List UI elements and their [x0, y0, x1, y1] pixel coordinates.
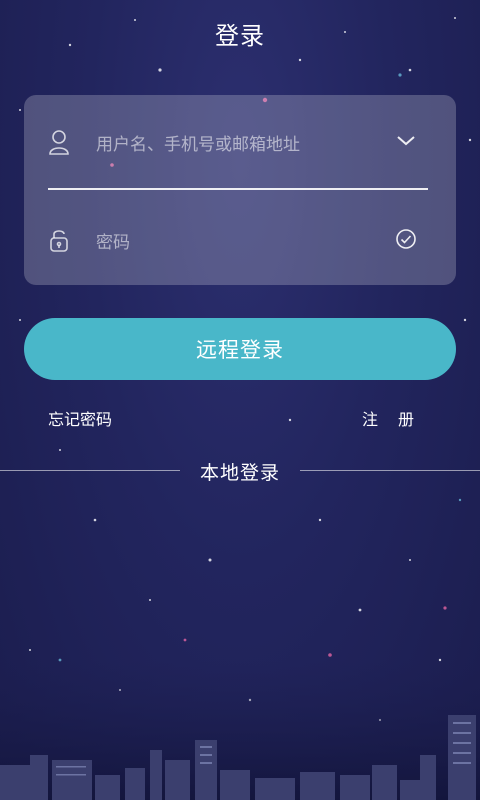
lock-icon — [48, 227, 70, 253]
register-link[interactable]: 注册 — [362, 406, 434, 430]
user-icon — [48, 129, 70, 155]
divider-line-right — [300, 470, 480, 471]
local-login-link[interactable]: 本地登录 — [0, 458, 480, 485]
chevron-down-icon[interactable] — [394, 129, 418, 153]
username-placeholder: 用户名、手机号或邮箱地址 — [96, 135, 300, 155]
local-login-divider: 本地登录 — [0, 458, 480, 484]
password-placeholder: 密码 — [96, 233, 130, 253]
username-underline — [48, 188, 428, 190]
city-skyline-image — [0, 660, 480, 800]
username-field[interactable]: 用户名、手机号或邮箱地址 — [24, 105, 456, 175]
check-circle-icon[interactable] — [394, 227, 418, 251]
password-field[interactable]: 密码 — [24, 203, 456, 273]
remote-login-button[interactable]: 远程登录 — [24, 318, 456, 380]
login-card: 用户名、手机号或邮箱地址 密码 — [24, 95, 456, 285]
forgot-password-link[interactable]: 忘记密码 — [48, 406, 112, 430]
page-title: 登录 — [215, 22, 265, 50]
